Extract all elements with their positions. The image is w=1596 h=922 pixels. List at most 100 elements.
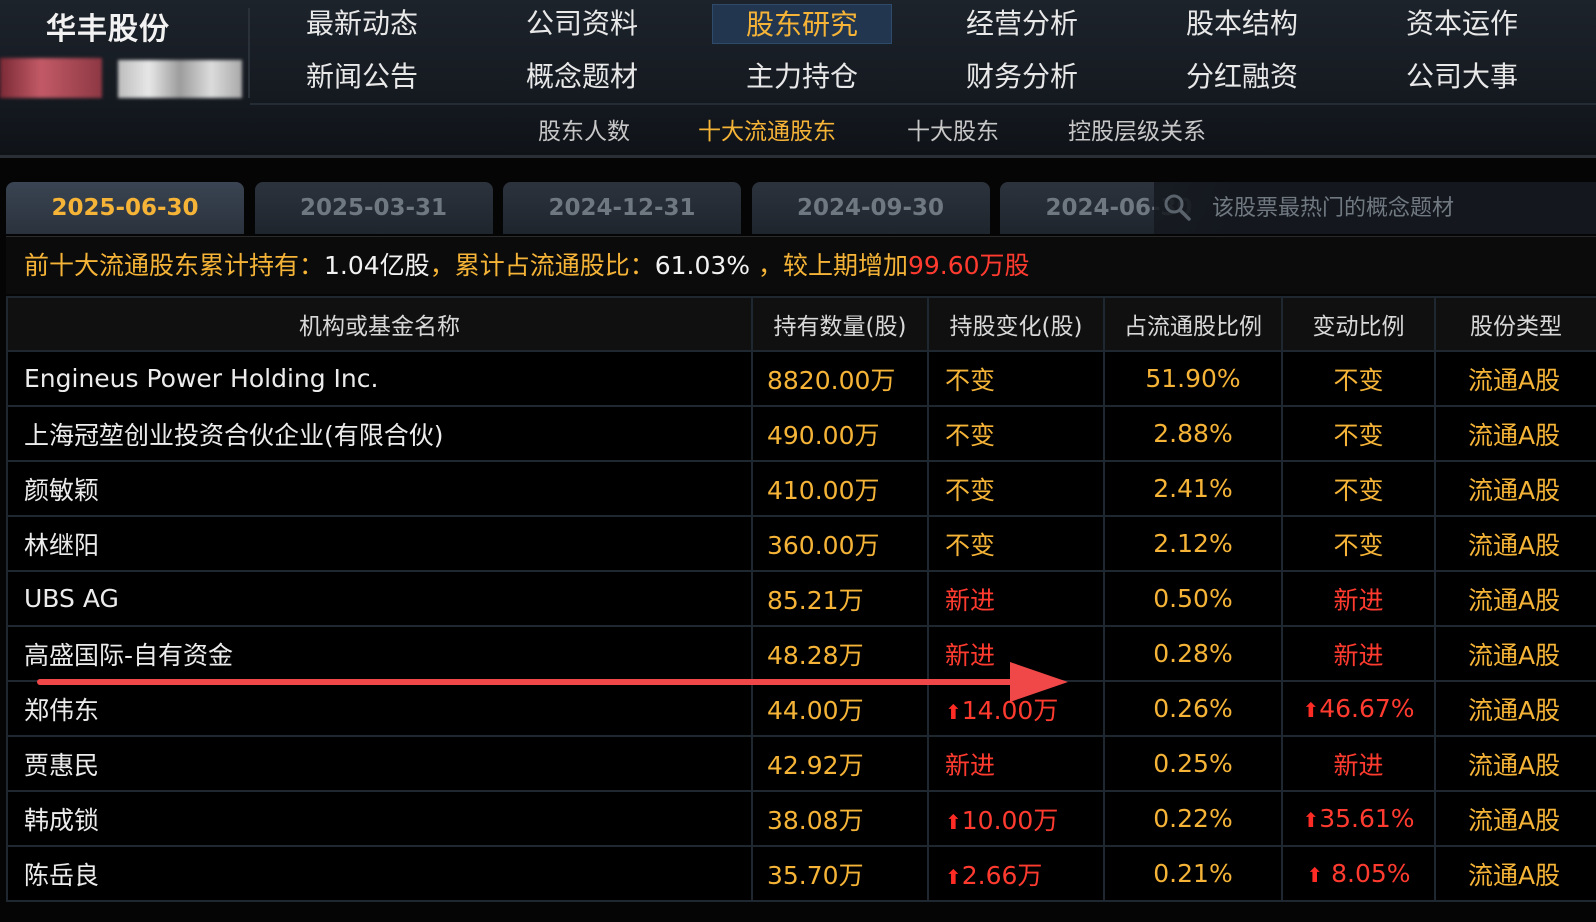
table-row: 郑伟东 44.00万 ⬆14.00万 0.26% ⬆46.67% 流通A股 [6,680,1596,737]
header-qty[interactable]: 持有数量(股) [751,296,929,352]
nav-item-11[interactable]: 分红融资 [1152,57,1332,97]
header-pct[interactable]: 占流通股比例 [1103,296,1283,352]
holding-change-cell: 不变 [927,460,1105,517]
table-row: 高盛国际-自有资金 48.28万 新进 0.28% 新进 流通A股 [6,625,1596,682]
summary-line: 前十大流通股东累计持有：1.04亿股，累计占流通股比：61.03% ，较上期增加… [6,236,1596,294]
nav-item-8[interactable]: 概念题材 [492,57,672,97]
share-type-cell: 流通A股 [1434,735,1596,792]
search-input[interactable]: 该股票最热门的概念题材 [1212,194,1454,224]
share-type-cell: 流通A股 [1434,405,1596,462]
nav-item-2[interactable]: 公司资料 [492,4,672,44]
nav-item-7[interactable]: 新闻公告 [272,57,452,97]
change-rate-cell: 不变 [1281,350,1436,407]
header-rate[interactable]: 变动比例 [1281,296,1436,352]
share-type-cell: 流通A股 [1434,515,1596,572]
change-value: 不变 [945,420,996,450]
nav-item-10[interactable]: 财务分析 [932,57,1112,97]
search-icon[interactable] [1162,192,1192,222]
holding-qty-cell: 35.70万 [751,845,929,902]
holding-qty-cell: 410.00万 [751,460,929,517]
change-rate-cell: 新进 [1281,625,1436,682]
holder-name-cell[interactable]: 韩成锁 [6,790,753,847]
shareholder-table-wrap: 机构或基金名称 持有数量(股) 持股变化(股) 占流通股比例 变动比例 股份类型… [6,296,1596,922]
table-row: 上海冠堃创业投资合伙企业(有限合伙) 490.00万 不变 2.88% 不变 流通A股 [6,405,1596,462]
subnav-item-1[interactable]: 股东人数 [538,114,630,150]
holding-change-cell: 新进 [927,735,1105,792]
nav-item-1[interactable]: 最新动态 [272,4,452,44]
share-type-cell: 流通A股 [1434,625,1596,682]
float-ratio-cell: 0.25% [1103,735,1283,792]
holding-qty-cell: 85.21万 [751,570,929,627]
subnav-item-3[interactable]: 十大股东 [907,114,999,150]
holding-qty-cell: 42.92万 [751,735,929,792]
blurred-stock-price [118,60,242,98]
table-row: UBS AG 85.21万 新进 0.50% 新进 流通A股 [6,570,1596,627]
holder-name-cell[interactable]: Engineus Power Holding Inc. [6,350,753,407]
holding-change-cell: 不变 [927,405,1105,462]
float-ratio-cell: 2.12% [1103,515,1283,572]
holder-name-cell[interactable]: 上海冠堃创业投资合伙企业(有限合伙) [6,405,753,462]
holder-name-cell[interactable]: 贾惠民 [6,735,753,792]
change-rate-cell: 不变 [1281,460,1436,517]
nav-item-9[interactable]: 主力持仓 [712,57,892,97]
nav-item-6[interactable]: 资本运作 [1372,4,1552,44]
table-header-row: 机构或基金名称 持有数量(股) 持股变化(股) 占流通股比例 变动比例 股份类型 [6,296,1596,352]
table-row: Engineus Power Holding Inc. 8820.00万 不变 51.… [6,350,1596,407]
change-rate-cell: ⬆ 8.05% [1281,845,1436,902]
rate-value: 不变 [1333,530,1384,560]
holding-change-cell: 新进 [927,625,1105,682]
tab-2025-06-30[interactable]: 2025-06-30 [6,182,244,234]
holding-qty-cell: 360.00万 [751,515,929,572]
subnav-item-4[interactable]: 控股层级关系 [1068,114,1206,150]
table-row: 陈岳良 35.70万 ⬆2.66万 0.21% ⬆ 8.05% 流通A股 [6,845,1596,902]
nav-item-5[interactable]: 股本结构 [1152,4,1332,44]
header-change[interactable]: 持股变化(股) [927,296,1105,352]
share-type-cell: 流通A股 [1434,845,1596,902]
float-ratio-cell: 0.50% [1103,570,1283,627]
up-arrow-icon: ⬆ [1306,863,1324,887]
tab-2024-12-31[interactable]: 2024-12-31 [503,182,741,234]
change-value: 不变 [945,365,996,395]
change-value: 14.00万 [961,695,1059,725]
change-value: 新进 [945,585,996,615]
rate-value: 新进 [1333,640,1384,670]
rate-value: 8.05% [1323,859,1411,888]
header-name[interactable]: 机构或基金名称 [6,296,753,352]
holder-name-cell[interactable]: UBS AG [6,570,753,627]
change-rate-cell: ⬆46.67% [1281,680,1436,737]
table-row: 林继阳 360.00万 不变 2.12% 不变 流通A股 [6,515,1596,572]
summary-increase-value: 99.60万股 [907,251,1030,280]
float-ratio-cell: 51.90% [1103,350,1283,407]
tab-2025-03-31[interactable]: 2025-03-31 [254,182,493,234]
change-value: 2.66万 [961,860,1043,890]
share-type-cell: 流通A股 [1434,460,1596,517]
holding-qty-cell: 38.08万 [751,790,929,847]
stock-name: 华丰股份 [46,12,170,47]
holder-name-cell[interactable]: 郑伟东 [6,680,753,737]
share-type-cell: 流通A股 [1434,790,1596,847]
holder-name-cell[interactable]: 颜敏颖 [6,460,753,517]
subnav-item-2[interactable]: 十大流通股东 [698,114,836,150]
float-ratio-cell: 0.28% [1103,625,1283,682]
header-type[interactable]: 股份类型 [1434,296,1596,352]
up-arrow-icon: ⬆ [1302,698,1320,722]
top-header: 华丰股份 最新动态 公司资料 股东研究 经营分析 股本结构 资本运作 新闻公告 概念题材 主力… [0,0,1596,158]
nav-item-3[interactable]: 股东研究 [712,4,892,44]
holding-change-cell: 不变 [927,515,1105,572]
change-rate-cell: ⬆35.61% [1281,790,1436,847]
holder-name-cell[interactable]: 陈岳良 [6,845,753,902]
holder-name-cell[interactable]: 林继阳 [6,515,753,572]
rate-value: 不变 [1333,420,1384,450]
tab-2024-09-30[interactable]: 2024-09-30 [751,182,990,234]
float-ratio-cell: 0.22% [1103,790,1283,847]
table-row: 颜敏颖 410.00万 不变 2.41% 不变 流通A股 [6,460,1596,517]
change-rate-cell: 不变 [1281,405,1436,462]
header-divider [248,8,250,98]
up-arrow-icon: ⬆ [945,809,962,834]
rate-value: 新进 [1333,750,1384,780]
holder-name-cell[interactable]: 高盛国际-自有资金 [6,625,753,682]
summary-total-shares: 1.04亿股 [324,251,430,280]
nav-item-4[interactable]: 经营分析 [932,4,1112,44]
holding-qty-cell: 490.00万 [751,405,929,462]
nav-item-12[interactable]: 公司大事 [1372,57,1552,97]
